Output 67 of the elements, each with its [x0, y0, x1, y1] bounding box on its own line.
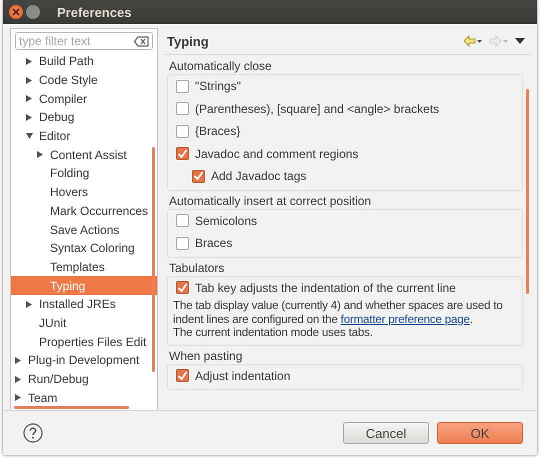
tree-item[interactable]: Content Assist: [11, 145, 157, 164]
expand-arrow-icon[interactable]: [26, 300, 32, 308]
option-label: Adjust indentation: [195, 368, 290, 383]
expand-arrow-icon[interactable]: [26, 95, 32, 102]
tree-item[interactable]: Syntax Coloring: [11, 238, 157, 258]
checkbox[interactable]: [176, 236, 189, 250]
ok-button[interactable]: OK: [437, 422, 523, 444]
expand-arrow-icon[interactable]: [15, 394, 21, 402]
group-title: Tabulators: [168, 260, 226, 276]
expand-arrow-icon[interactable]: [15, 356, 21, 364]
option-label: (Parentheses), [square] and <angle> brackets: [195, 102, 440, 116]
tree-item[interactable]: Compiler: [11, 89, 157, 108]
back-arrow-icon[interactable]: [463, 35, 483, 47]
checkbox[interactable]: [176, 214, 189, 228]
tree-item[interactable]: Hovers: [11, 182, 157, 202]
formatter-link[interactable]: formatter preference page: [340, 312, 470, 326]
option-label: Javadoc and comment regions: [195, 146, 358, 161]
tree-item[interactable]: Plug-in Development: [11, 351, 157, 370]
tree-item[interactable]: Run/Debug: [11, 370, 157, 388]
close-button[interactable]: [9, 5, 23, 19]
checkbox[interactable]: [192, 170, 205, 183]
option-label: Braces: [195, 236, 232, 250]
scrollbar[interactable]: [152, 147, 155, 372]
scrollbar[interactable]: [526, 89, 529, 294]
note-text: The tab display value (currently 4) and whether spaces are used to indent lines are configured on the formatter preference page. The current indentation mode uses tabs.: [173, 299, 504, 340]
cancel-button[interactable]: Cancel: [343, 422, 429, 444]
tree-item[interactable]: Team: [11, 388, 157, 408]
help-icon[interactable]: [23, 423, 43, 443]
filter-field[interactable]: type filter text: [15, 32, 153, 50]
group-title: Automatically insert at correct position: [168, 192, 372, 208]
expand-arrow-icon[interactable]: [26, 58, 32, 65]
group-title: Automatically close: [168, 58, 273, 74]
tree-item[interactable]: Properties Files Edit: [11, 332, 157, 351]
close-icon: [12, 8, 20, 16]
expand-arrow-icon[interactable]: [15, 376, 21, 383]
tree-item[interactable]: Installed JREs: [11, 294, 157, 314]
clear-icon[interactable]: [134, 36, 149, 46]
expand-arrow-icon[interactable]: [37, 151, 43, 158]
tree-item[interactable]: Mark Occurrences: [11, 202, 157, 220]
tree-item[interactable]: Save Actions: [11, 220, 157, 239]
expand-arrow-icon[interactable]: [26, 114, 32, 121]
tree-item[interactable]: JUnit: [11, 314, 157, 332]
checkbox[interactable]: [176, 281, 189, 294]
tree-item[interactable]: Build Path: [11, 52, 157, 71]
menu-caret-icon[interactable]: [515, 38, 525, 44]
checkbox[interactable]: [176, 80, 189, 93]
tree-item[interactable]: Code Style: [11, 70, 157, 90]
window-title: Preferences: [57, 4, 132, 20]
checkbox[interactable]: [176, 124, 189, 138]
option-label: {Braces}: [195, 124, 240, 138]
option-label: Add Javadoc tags: [211, 169, 306, 184]
option-label: "Strings": [195, 79, 241, 94]
tree-item[interactable]: Folding: [11, 164, 157, 183]
checkbox[interactable]: [176, 147, 189, 160]
scrollbar[interactable]: [14, 406, 129, 409]
expand-arrow-icon[interactable]: [26, 76, 32, 84]
tree-item[interactable]: Debug: [11, 108, 157, 127]
collapse-arrow-icon[interactable]: [26, 133, 33, 140]
minimize-button[interactable]: [26, 5, 40, 19]
option-label: Semicolons: [195, 214, 258, 228]
page-title: Typing: [167, 34, 209, 48]
option-label: Tab key adjusts the indentation of the current line: [195, 280, 456, 295]
checkbox[interactable]: [176, 102, 189, 116]
group-title: When pasting: [168, 348, 244, 364]
checkbox[interactable]: [176, 369, 189, 382]
tree-item[interactable]: Editor: [11, 126, 157, 146]
tree-item[interactable]: Templates: [11, 258, 157, 276]
